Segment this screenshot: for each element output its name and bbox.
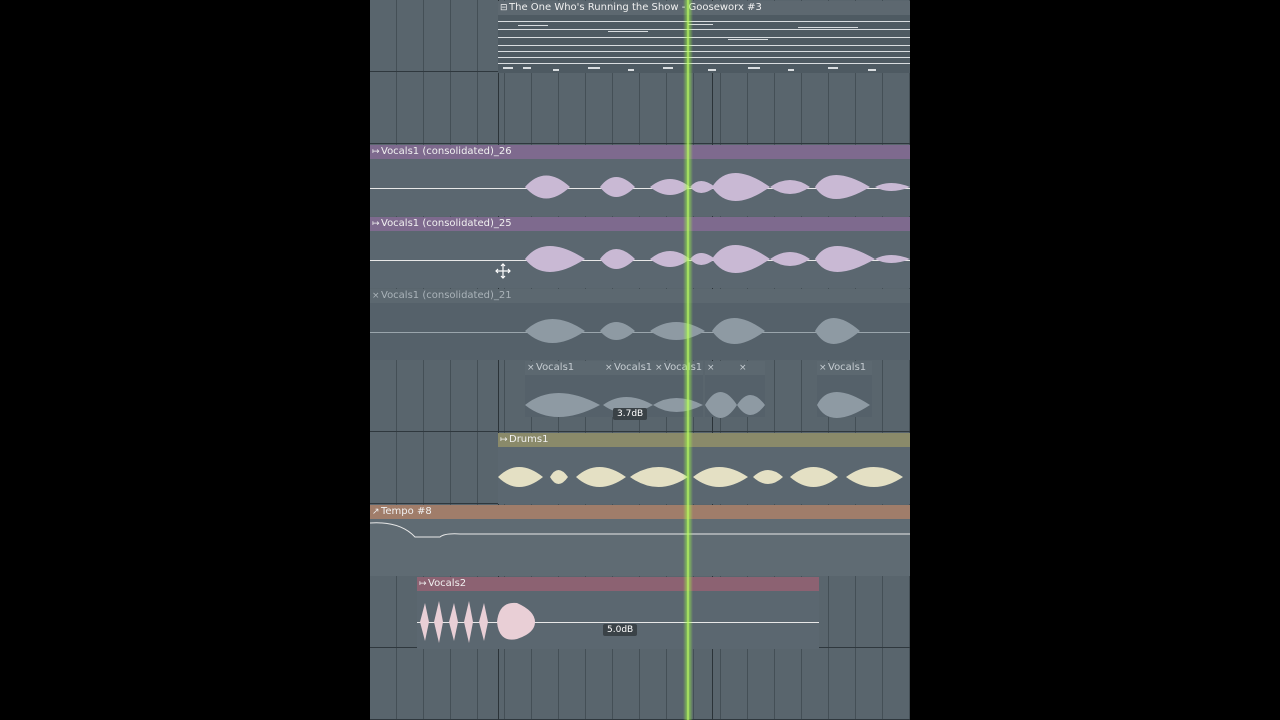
split-clip-header[interactable]: ×	[705, 361, 737, 375]
close-icon[interactable]: ×	[655, 361, 663, 375]
audio-clip-label: Drums1	[509, 434, 549, 445]
close-icon[interactable]: ×	[707, 361, 715, 375]
audio-clip-label: Vocals2	[428, 578, 467, 589]
audio-clip-vocals-21[interactable]: ×Vocals1 (consolidated)_21	[370, 289, 910, 360]
waveform	[370, 159, 910, 216]
close-icon[interactable]: ×	[819, 361, 827, 375]
pattern-notes	[498, 15, 910, 73]
split-clip-label: Vocals1	[536, 362, 575, 373]
split-clip-label: Vocals1	[828, 362, 867, 373]
pattern-icon: ⊟	[500, 3, 508, 13]
waveform-graphic	[498, 467, 903, 487]
close-icon[interactable]: ×	[605, 361, 613, 375]
waveform-graphic	[525, 245, 910, 273]
audio-clip-header[interactable]: ↦Vocals1 (consolidated)_25	[370, 217, 910, 231]
waveform-graphic	[525, 318, 860, 344]
automation-curve	[370, 519, 910, 576]
split-clip-header[interactable]: ×Vocals1	[525, 361, 603, 375]
audio-clip-label: Vocals1 (consolidated)_26	[381, 146, 512, 157]
playhead[interactable]	[683, 0, 693, 720]
close-icon[interactable]: ×	[527, 361, 535, 375]
pattern-clip-title: The One Who's Running the Show - Goosewo…	[509, 2, 762, 13]
waveform	[370, 303, 910, 360]
audio-clip-header[interactable]: ↦Drums1	[498, 433, 910, 447]
pattern-notes-graphic	[498, 21, 910, 71]
audio-clip-vocals-26[interactable]: ↦Vocals1 (consolidated)_26	[370, 145, 910, 216]
audio-clip-icon: ↦	[500, 435, 508, 445]
pattern-clip-header[interactable]: ⊟The One Who's Running the Show - Goosew…	[498, 1, 910, 15]
automation-curve-graphic	[370, 522, 910, 538]
waveform	[498, 447, 910, 504]
audio-clip-header[interactable]: ↦Vocals2	[417, 577, 819, 591]
audio-clip-icon: ↦	[372, 147, 380, 157]
automation-clip-tempo[interactable]: ↗Tempo #8	[370, 505, 910, 576]
audio-clip-icon: ↦	[372, 219, 380, 229]
split-clip-label: Vocals1	[614, 362, 653, 373]
playlist-area[interactable]: ⊟The One Who's Running the Show - Goosew…	[370, 0, 910, 720]
track-lane-10[interactable]	[370, 648, 910, 720]
audio-clip-vocals2[interactable]: ↦Vocals2 5.0dB	[417, 577, 819, 649]
automation-clip-label: Tempo #8	[381, 506, 432, 517]
split-clip-header[interactable]: ×Vocals1	[817, 361, 872, 375]
waveform	[370, 231, 910, 288]
audio-clip-header[interactable]: ×Vocals1 (consolidated)_21	[370, 289, 910, 303]
gain-badge: 3.7dB	[613, 408, 648, 420]
split-clip-header[interactable]: ×Vocals1	[603, 361, 653, 375]
gain-badge: 5.0dB	[603, 624, 638, 636]
waveform-graphic	[420, 601, 535, 643]
audio-clip-vocals-25[interactable]: ↦Vocals1 (consolidated)_25	[370, 217, 910, 288]
audio-clip-header[interactable]: ↦Vocals1 (consolidated)_26	[370, 145, 910, 159]
close-icon[interactable]: ×	[739, 361, 747, 375]
automation-clip-header[interactable]: ↗Tempo #8	[370, 505, 910, 519]
automation-icon: ↗	[372, 507, 380, 517]
split-clip-header[interactable]: ×	[737, 361, 765, 375]
waveform-graphic	[525, 173, 910, 201]
audio-clip-drums[interactable]: ↦Drums1	[498, 433, 910, 504]
audio-clip-icon: ↦	[419, 579, 427, 589]
audio-clip-label: Vocals1 (consolidated)_21	[381, 290, 512, 301]
waveform	[417, 591, 819, 649]
close-icon[interactable]: ×	[372, 289, 380, 303]
audio-clip-label: Vocals1 (consolidated)_25	[381, 218, 512, 229]
move-cursor-icon	[495, 263, 511, 279]
split-clip-header[interactable]: ×Vocals1	[653, 361, 703, 375]
track-lane-2[interactable]	[370, 72, 910, 144]
pattern-clip[interactable]: ⊟The One Who's Running the Show - Goosew…	[498, 1, 910, 73]
